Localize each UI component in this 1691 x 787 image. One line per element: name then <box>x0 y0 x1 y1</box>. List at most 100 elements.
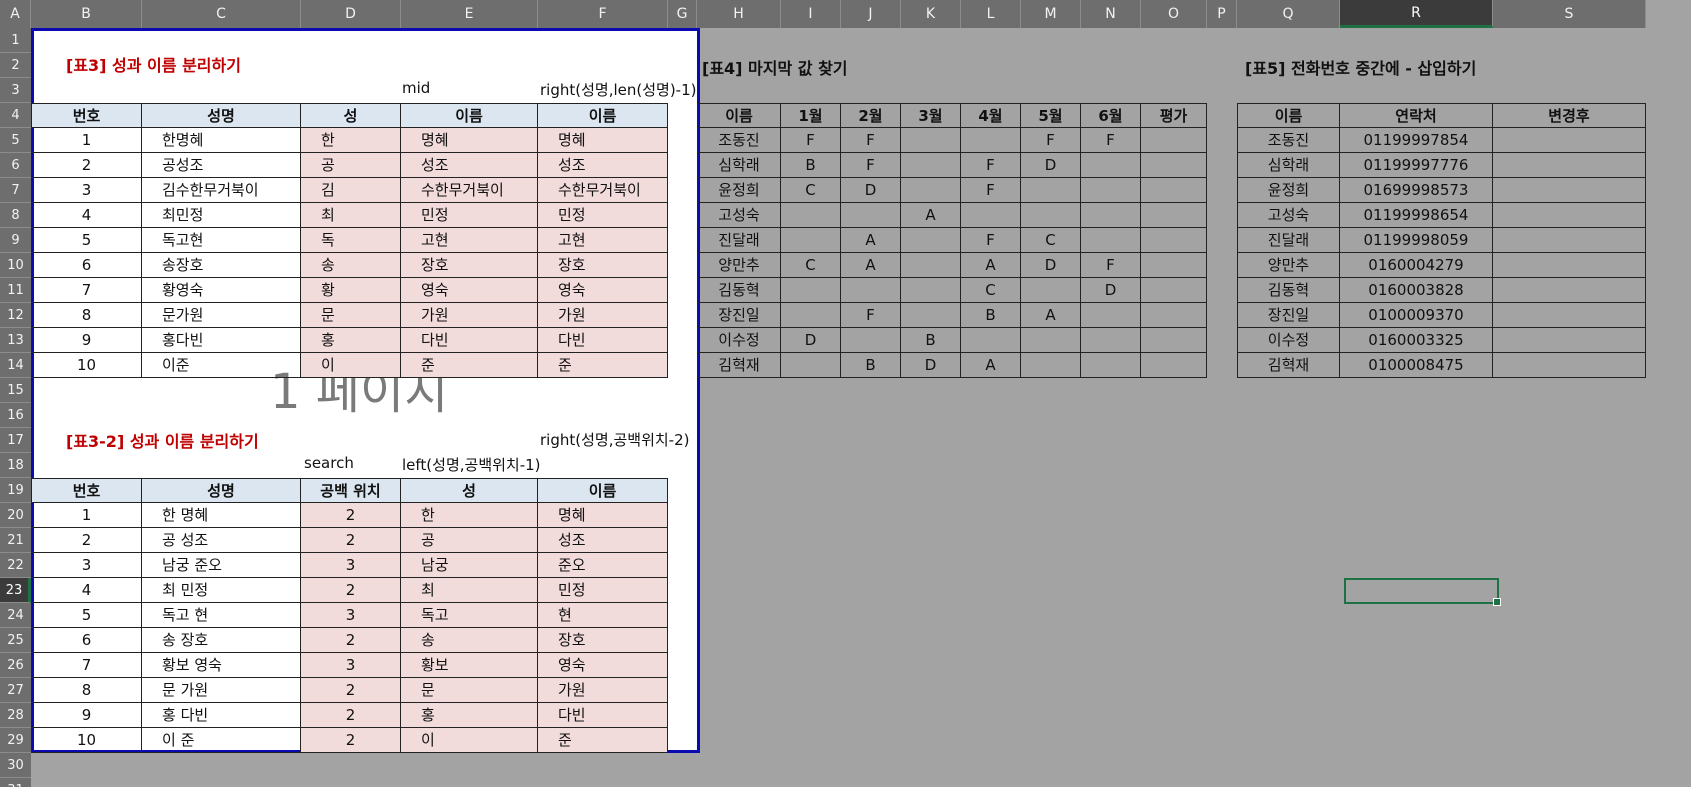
table3-2-cell[interactable]: 민정 <box>538 578 668 603</box>
row-header-2[interactable]: 2 <box>0 53 31 78</box>
table4-cell[interactable]: D <box>1081 278 1141 303</box>
table4-cell[interactable] <box>781 303 841 328</box>
table3-2-cell[interactable]: 현 <box>538 603 668 628</box>
table4-cell[interactable]: C <box>961 278 1021 303</box>
table4-cell[interactable]: F <box>961 228 1021 253</box>
table3-2-cell[interactable]: 황보 영숙 <box>142 653 301 678</box>
row-header-24[interactable]: 24 <box>0 603 31 628</box>
table4-cell[interactable]: F <box>841 303 901 328</box>
table3-cell[interactable]: 6 <box>31 253 142 278</box>
table4-cell[interactable]: B <box>961 303 1021 328</box>
table4-cell[interactable] <box>1141 253 1207 278</box>
column-header-d[interactable]: D <box>301 0 401 28</box>
table3-2-cell[interactable]: 다빈 <box>538 703 668 728</box>
table5-cell[interactable]: 장진일 <box>1237 303 1340 328</box>
table5-header-cell[interactable]: 변경후 <box>1493 103 1646 128</box>
table3-cell[interactable]: 문가원 <box>142 303 301 328</box>
table4-cell[interactable] <box>901 278 961 303</box>
column-header-g[interactable]: G <box>668 0 697 28</box>
table4-cell[interactable] <box>1021 353 1081 378</box>
table4-cell[interactable]: 고성숙 <box>697 203 781 228</box>
table5-cell[interactable] <box>1493 253 1646 278</box>
table3-2-header-cell[interactable]: 성 <box>401 478 538 503</box>
table4-cell[interactable] <box>1081 328 1141 353</box>
table5-cell[interactable] <box>1493 228 1646 253</box>
table3-header-cell[interactable]: 이름 <box>401 103 538 128</box>
table3-cell[interactable]: 독 <box>301 228 401 253</box>
table4-cell[interactable] <box>841 203 901 228</box>
table3-cell[interactable]: 다빈 <box>401 328 538 353</box>
row-header-21[interactable]: 21 <box>0 528 31 553</box>
table3-2-cell[interactable]: 4 <box>31 578 142 603</box>
table3-2-header-cell[interactable]: 이름 <box>538 478 668 503</box>
table3-2-header-cell[interactable]: 성명 <box>142 478 301 503</box>
row-header-4[interactable]: 4 <box>0 103 31 128</box>
table3-cell[interactable]: 준 <box>401 353 538 378</box>
table3-cell[interactable]: 장호 <box>538 253 668 278</box>
table4-header-cell[interactable]: 1월 <box>781 103 841 128</box>
table4-cell[interactable]: A <box>841 253 901 278</box>
table4-cell[interactable] <box>781 353 841 378</box>
table3-cell[interactable]: 홍 <box>301 328 401 353</box>
table3-cell[interactable]: 민정 <box>401 203 538 228</box>
column-header-q[interactable]: Q <box>1237 0 1340 28</box>
table3-2-cell[interactable]: 독고 현 <box>142 603 301 628</box>
table4-cell[interactable] <box>1021 328 1081 353</box>
table5-cell[interactable]: 0160004279 <box>1340 253 1493 278</box>
column-header-h[interactable]: H <box>697 0 781 28</box>
table5-cell[interactable]: 01199998059 <box>1340 228 1493 253</box>
table4-cell[interactable]: F <box>1021 128 1081 153</box>
table3-2-cell[interactable]: 2 <box>301 578 401 603</box>
table4-cell[interactable]: 김동혁 <box>697 278 781 303</box>
row-header-10[interactable]: 10 <box>0 253 31 278</box>
column-header-m[interactable]: M <box>1021 0 1081 28</box>
table4-cell[interactable] <box>1141 328 1207 353</box>
table4-cell[interactable] <box>1081 153 1141 178</box>
table3-cell[interactable]: 8 <box>31 303 142 328</box>
table5-cell[interactable]: 양만추 <box>1237 253 1340 278</box>
table3-2-cell[interactable]: 7 <box>31 653 142 678</box>
table4-cell[interactable] <box>961 128 1021 153</box>
table3-2-cell[interactable]: 홍 <box>401 703 538 728</box>
table3-2-cell[interactable]: 남궁 준오 <box>142 553 301 578</box>
table3-cell[interactable]: 10 <box>31 353 142 378</box>
table4-cell[interactable] <box>1141 203 1207 228</box>
table3-2-cell[interactable]: 명혜 <box>538 503 668 528</box>
column-header-n[interactable]: N <box>1081 0 1141 28</box>
table3-2-cell[interactable]: 가원 <box>538 678 668 703</box>
table3-2-cell[interactable]: 2 <box>301 678 401 703</box>
column-header-p[interactable]: P <box>1207 0 1237 28</box>
table3-2-cell[interactable]: 10 <box>31 728 142 753</box>
table3-cell[interactable]: 최 <box>301 203 401 228</box>
row-header-26[interactable]: 26 <box>0 653 31 678</box>
table4-cell[interactable]: 진달래 <box>697 228 781 253</box>
row-header-20[interactable]: 20 <box>0 503 31 528</box>
table3-2-cell[interactable]: 송 <box>401 628 538 653</box>
table3-cell[interactable]: 공성조 <box>142 153 301 178</box>
row-header-13[interactable]: 13 <box>0 328 31 353</box>
column-header-e[interactable]: E <box>401 0 538 28</box>
table5-cell[interactable]: 01199998654 <box>1340 203 1493 228</box>
table4-cell[interactable]: 장진일 <box>697 303 781 328</box>
table5-cell[interactable] <box>1493 178 1646 203</box>
table4-cell[interactable]: F <box>841 153 901 178</box>
row-header-12[interactable]: 12 <box>0 303 31 328</box>
table4-cell[interactable]: 이수정 <box>697 328 781 353</box>
table4-cell[interactable] <box>901 228 961 253</box>
table4-cell[interactable] <box>901 128 961 153</box>
column-header-j[interactable]: J <box>841 0 901 28</box>
table4-cell[interactable]: D <box>781 328 841 353</box>
table4-cell[interactable]: D <box>841 178 901 203</box>
table3-2-header-cell[interactable]: 공백 위치 <box>301 478 401 503</box>
row-header-23[interactable]: 23 <box>0 578 31 603</box>
table4-cell[interactable]: F <box>1081 128 1141 153</box>
table3-2-cell[interactable]: 장호 <box>538 628 668 653</box>
table3-cell[interactable]: 영숙 <box>401 278 538 303</box>
table4-cell[interactable]: F <box>961 153 1021 178</box>
column-header-k[interactable]: K <box>901 0 961 28</box>
table5-cell[interactable]: 조동진 <box>1237 128 1340 153</box>
table4-cell[interactable]: 양만추 <box>697 253 781 278</box>
table3-2-cell[interactable]: 3 <box>301 603 401 628</box>
table3-2-cell[interactable]: 홍 다빈 <box>142 703 301 728</box>
table3-2-cell[interactable]: 3 <box>301 553 401 578</box>
